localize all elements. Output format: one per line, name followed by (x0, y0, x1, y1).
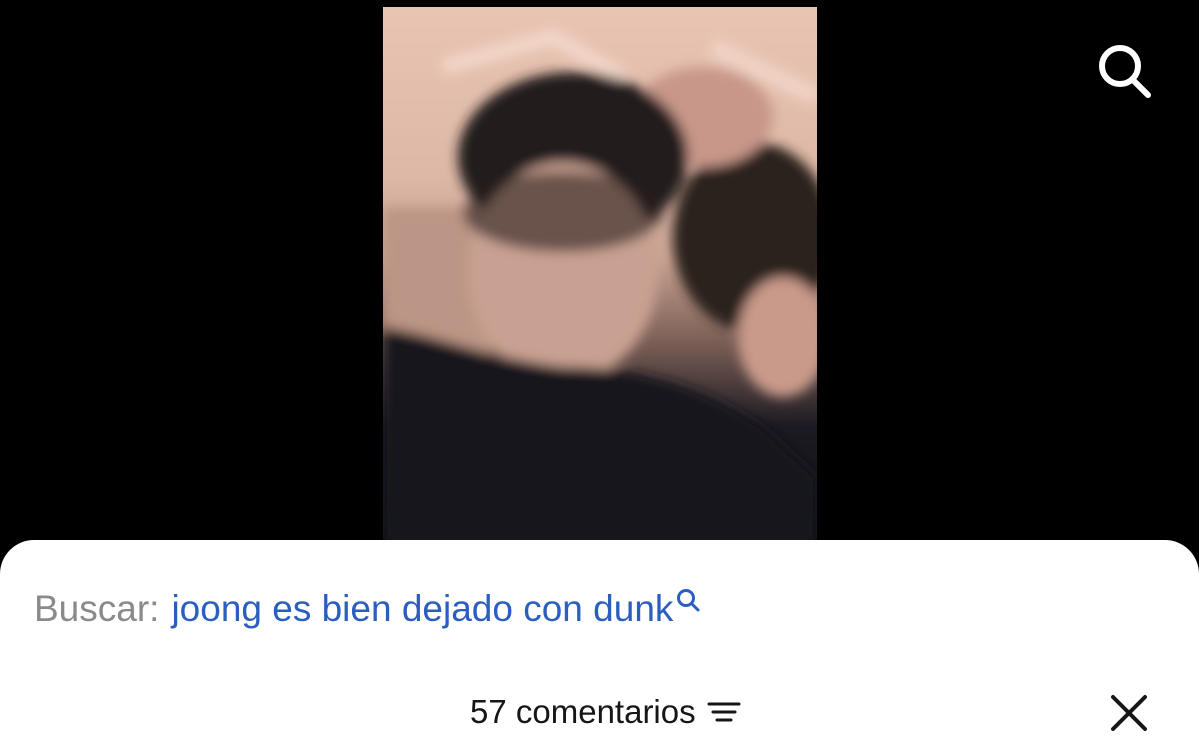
search-button[interactable] (1092, 40, 1156, 100)
search-suggestion-link[interactable]: Buscar: joong es bien dejado con dunk (34, 587, 701, 631)
search-icon (677, 589, 700, 612)
video-frame-image (383, 29, 817, 567)
search-icon (1099, 45, 1151, 98)
comments-header: 57 comentarios (470, 690, 742, 734)
comments-count: 57 comentarios (470, 693, 696, 730)
close-icon (1111, 695, 1147, 731)
close-button[interactable] (1108, 692, 1150, 734)
search-query-text[interactable]: joong es bien dejado con dunk (171, 588, 673, 630)
sort-icon[interactable] (706, 698, 742, 726)
video-player[interactable] (383, 7, 817, 567)
video-screen: Buscar: joong es bien dejado con dunk 57… (0, 0, 1199, 751)
search-prefix-label: Buscar: (34, 588, 160, 629)
